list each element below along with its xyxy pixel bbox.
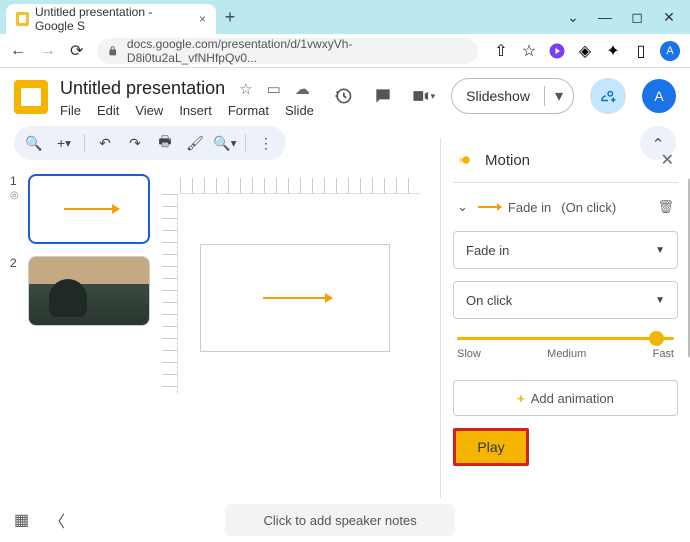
slideshow-dropdown[interactable]: ▾ — [544, 86, 573, 106]
arrow-icon — [478, 206, 498, 208]
star-icon[interactable]: ☆ — [520, 42, 538, 60]
more-tools-button[interactable]: ⋮ — [256, 135, 276, 152]
caret-down-icon: ▼ — [655, 245, 665, 256]
horizontal-ruler — [180, 178, 420, 194]
animation-trigger: (On click) — [561, 200, 616, 215]
menu-format[interactable]: Format — [228, 103, 269, 118]
menu-file[interactable]: File — [60, 103, 81, 118]
chevron-down-icon[interactable]: ⌄ — [566, 9, 580, 26]
add-animation-button[interactable]: + Add animation — [453, 380, 678, 416]
thumb-photo — [29, 257, 149, 325]
speaker-notes[interactable]: Click to add speaker notes — [225, 504, 455, 536]
panel-title: Motion — [485, 152, 530, 169]
animation-name: Fade in — [508, 200, 551, 215]
play-label: Play — [477, 439, 504, 455]
share-button[interactable] — [590, 78, 626, 114]
account-avatar[interactable]: A — [642, 79, 676, 113]
search-icon[interactable]: 🔍 — [24, 135, 44, 152]
add-animation-label: Add animation — [531, 391, 614, 406]
notes-placeholder: Click to add speaker notes — [264, 513, 417, 528]
prev-slide-button[interactable]: 〈 — [49, 508, 65, 532]
back-button[interactable]: ← — [10, 42, 26, 60]
slideshow-button[interactable]: Slideshow ▾ — [451, 78, 574, 114]
effect-select[interactable]: Fade in ▼ — [453, 231, 678, 269]
close-window-icon[interactable]: ✕ — [662, 9, 676, 26]
maximize-icon[interactable]: ◻ — [630, 9, 644, 26]
tab-close-icon[interactable]: × — [199, 12, 206, 26]
thumb-number: 1 — [10, 174, 22, 188]
folder-move-icon[interactable]: ▭ — [267, 80, 281, 98]
forward-button[interactable]: → — [40, 42, 56, 60]
star-outline-icon[interactable]: ☆ — [239, 80, 252, 98]
trigger-select[interactable]: On click ▼ — [453, 281, 678, 319]
close-panel-button[interactable]: ✕ — [661, 150, 674, 170]
speed-fast-label: Fast — [653, 348, 674, 360]
menu-insert[interactable]: Insert — [179, 103, 212, 118]
menu-edit[interactable]: Edit — [97, 103, 119, 118]
speed-medium-label: Medium — [547, 348, 586, 360]
lock-icon — [107, 45, 119, 57]
play-circle-icon[interactable] — [548, 42, 566, 60]
motion-panel: Motion ✕ ⌄ Fade in (On click) 🗑 Fade in … — [440, 138, 690, 498]
chevron-down-icon[interactable]: ⌄ — [457, 199, 468, 215]
arrow-shape[interactable] — [263, 297, 327, 299]
diamond-icon[interactable]: ◈ — [576, 42, 594, 60]
slideshow-label: Slideshow — [452, 88, 544, 104]
menu-view[interactable]: View — [135, 103, 163, 118]
slides-favicon — [16, 12, 29, 26]
slide-thumb-1[interactable] — [28, 174, 150, 244]
video-call-icon[interactable]: ▾ — [411, 84, 435, 108]
vertical-ruler — [162, 194, 178, 394]
trash-icon[interactable]: 🗑 — [657, 199, 674, 215]
comment-icon[interactable] — [371, 84, 395, 108]
thumb-number: 2 — [10, 256, 22, 326]
tab-title: Untitled presentation - Google S — [35, 5, 193, 33]
shield-icon[interactable]: ▯ — [632, 42, 650, 60]
caret-down-icon: ▼ — [655, 295, 665, 306]
zoom-button[interactable]: 🔍▾ — [215, 135, 235, 152]
arrow-icon — [64, 208, 114, 210]
grid-view-button[interactable]: ▦ — [14, 510, 29, 530]
doc-title[interactable]: Untitled presentation — [60, 78, 225, 99]
reload-button[interactable]: ⟳ — [70, 41, 83, 61]
address-bar[interactable]: docs.google.com/presentation/d/1vwxyVh-D… — [97, 38, 478, 64]
puzzle-icon[interactable]: ✦ — [604, 42, 622, 60]
new-tab-button[interactable]: + — [216, 3, 244, 31]
trigger-value: On click — [466, 293, 512, 308]
history-icon[interactable] — [331, 84, 355, 108]
browser-tab[interactable]: Untitled presentation - Google S × — [6, 4, 216, 34]
motion-icon — [457, 151, 475, 169]
speed-slow-label: Slow — [457, 348, 481, 360]
profile-avatar[interactable]: A — [660, 41, 680, 61]
animation-indicator-icon: ◎ — [10, 190, 22, 201]
slides-logo[interactable] — [14, 80, 48, 114]
paint-format-button[interactable]: 🖌 — [185, 135, 205, 152]
cloud-status-icon[interactable]: ☁ — [295, 80, 310, 98]
play-button[interactable]: Play — [453, 428, 529, 466]
plus-icon: + — [517, 391, 525, 406]
slide-canvas[interactable] — [200, 244, 390, 352]
redo-button[interactable]: ↷ — [125, 135, 145, 152]
slide-thumbnails: 1 ◎ 2 — [0, 168, 160, 498]
undo-button[interactable]: ↶ — [95, 135, 115, 152]
url-text: docs.google.com/presentation/d/1vwxyVh-D… — [127, 37, 468, 65]
menu-slide[interactable]: Slide — [285, 103, 314, 118]
speed-slider[interactable] — [457, 337, 674, 340]
share-icon[interactable]: ⇧ — [492, 42, 510, 60]
slide-thumb-2[interactable] — [28, 256, 150, 326]
print-button[interactable]: 🖶 — [155, 131, 175, 155]
effect-value: Fade in — [466, 243, 509, 258]
minimize-icon[interactable]: — — [598, 9, 612, 26]
new-slide-button[interactable]: + ▾ — [54, 135, 74, 151]
